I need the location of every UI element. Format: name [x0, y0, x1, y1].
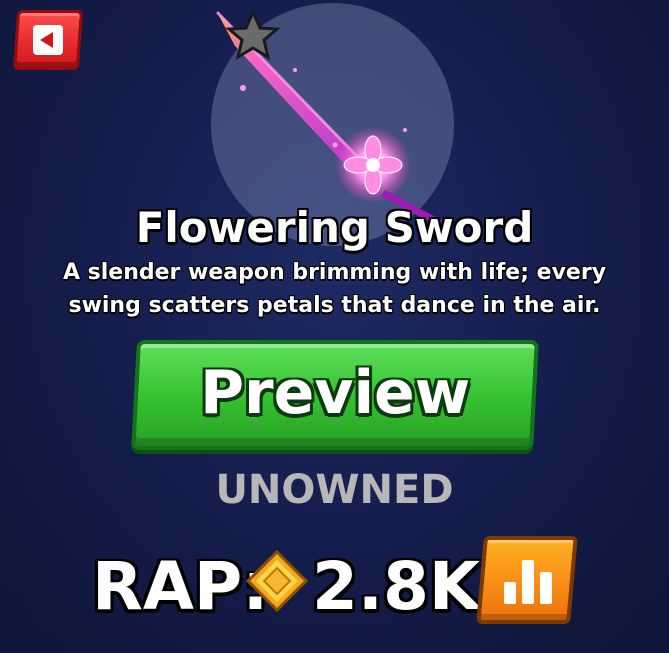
- item-description: A slender weapon brimming with life; eve…: [62, 260, 607, 318]
- ownership-status: UNOWNED: [215, 467, 454, 513]
- back-arrow-icon: [33, 25, 63, 55]
- back-button[interactable]: [12, 10, 84, 70]
- rap-label: RAP:: [92, 548, 269, 625]
- bar-chart-icon: [504, 560, 552, 604]
- stats-button[interactable]: [476, 536, 578, 624]
- rap-value: 2.8K: [312, 548, 481, 625]
- gem-coin-icon: [246, 550, 308, 612]
- preview-button-label: Preview: [200, 358, 471, 428]
- rap-row: RAP: 2.8K: [92, 536, 592, 640]
- preview-button[interactable]: Preview: [131, 340, 539, 450]
- item-name: Flowering Sword: [135, 203, 534, 252]
